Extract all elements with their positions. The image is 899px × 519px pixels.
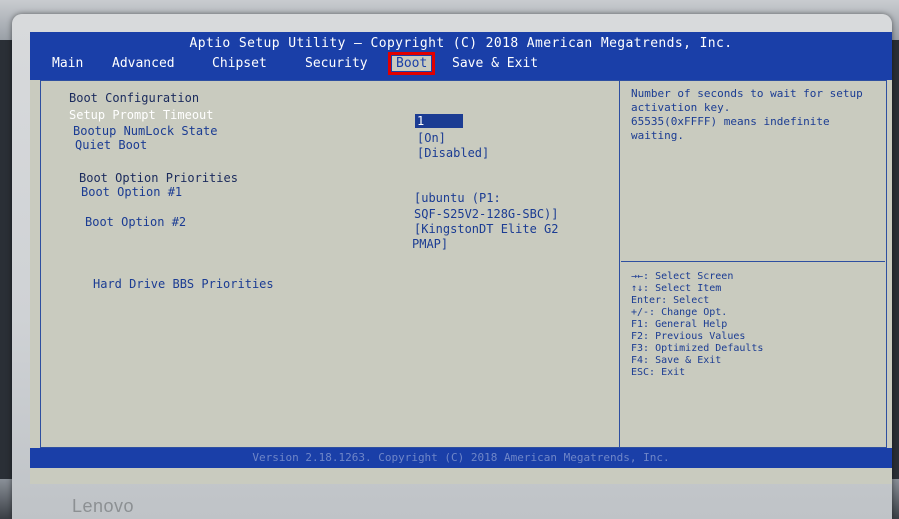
section-title: Boot Configuration xyxy=(69,91,200,105)
quiet-boot-value[interactable]: [Disabled] xyxy=(417,146,489,160)
lenovo-logo: Lenovo xyxy=(72,496,135,516)
tab-boot[interactable]: Boot xyxy=(387,52,436,75)
setup-prompt-timeout-value[interactable]: 1 xyxy=(415,114,463,128)
keys-legend: →←: Select Screen ↑↓: Select Item Enter:… xyxy=(631,271,763,379)
bios-content: Boot Configuration Setup Prompt Timeout … xyxy=(40,80,887,448)
quiet-boot-label[interactable]: Quiet Boot xyxy=(75,138,147,152)
tab-security[interactable]: Security xyxy=(305,56,368,71)
boot-option2-label[interactable]: Boot Option #2 xyxy=(85,215,186,229)
boot-option2-value-line1[interactable]: [KingstonDT Elite G2 xyxy=(414,222,559,236)
bios-title: Aptio Setup Utility – Copyright (C) 2018… xyxy=(189,36,733,51)
settings-panel: Boot Configuration Setup Prompt Timeout … xyxy=(41,81,620,447)
bios-footer: Version 2.18.1263. Copyright (C) 2018 Am… xyxy=(30,448,892,468)
help-panel: Number of seconds to wait for setup acti… xyxy=(621,81,885,262)
key-select-screen: →←: Select Screen xyxy=(631,271,734,282)
key-esc: ESC: Exit xyxy=(631,367,686,378)
boot-option1-value-line2[interactable]: SQF-S25V2-128G-SBC)] xyxy=(414,207,559,221)
boot-option1-label[interactable]: Boot Option #1 xyxy=(81,185,182,199)
boot-priorities-title: Boot Option Priorities xyxy=(79,171,238,185)
key-enter: Enter: Select xyxy=(631,295,710,306)
key-change-opt: +/-: Change Opt. xyxy=(631,307,728,318)
tab-advanced[interactable]: Advanced xyxy=(112,56,175,71)
bios-screen: Aptio Setup Utility – Copyright (C) 2018… xyxy=(30,32,892,484)
bootup-numlock-value[interactable]: [On] xyxy=(417,131,446,145)
tab-chipset[interactable]: Chipset xyxy=(212,56,267,71)
bios-header: Aptio Setup Utility – Copyright (C) 2018… xyxy=(30,32,892,80)
key-f2: F2: Previous Values xyxy=(631,331,746,342)
hdd-bbs-priorities-label[interactable]: Hard Drive BBS Priorities xyxy=(93,277,274,291)
boot-option1-value-line1[interactable]: [ubuntu (P1: xyxy=(414,191,501,205)
keys-panel: →←: Select Screen ↑↓: Select Item Enter:… xyxy=(621,263,885,447)
bootup-numlock-label[interactable]: Bootup NumLock State xyxy=(73,124,218,138)
tab-save-exit[interactable]: Save & Exit xyxy=(452,56,538,71)
help-text: Number of seconds to wait for setup acti… xyxy=(631,87,863,142)
key-f3: F3: Optimized Defaults xyxy=(631,343,764,354)
laptop-frame: Aptio Setup Utility – Copyright (C) 2018… xyxy=(12,14,892,519)
key-f1: F1: General Help xyxy=(631,319,728,330)
key-f4: F4: Save & Exit xyxy=(631,355,722,366)
tab-main[interactable]: Main xyxy=(52,56,83,71)
setup-prompt-timeout-label[interactable]: Setup Prompt Timeout xyxy=(69,108,214,122)
key-select-item: ↑↓: Select Item xyxy=(631,283,722,294)
boot-option2-value-line2[interactable]: PMAP] xyxy=(412,237,448,251)
